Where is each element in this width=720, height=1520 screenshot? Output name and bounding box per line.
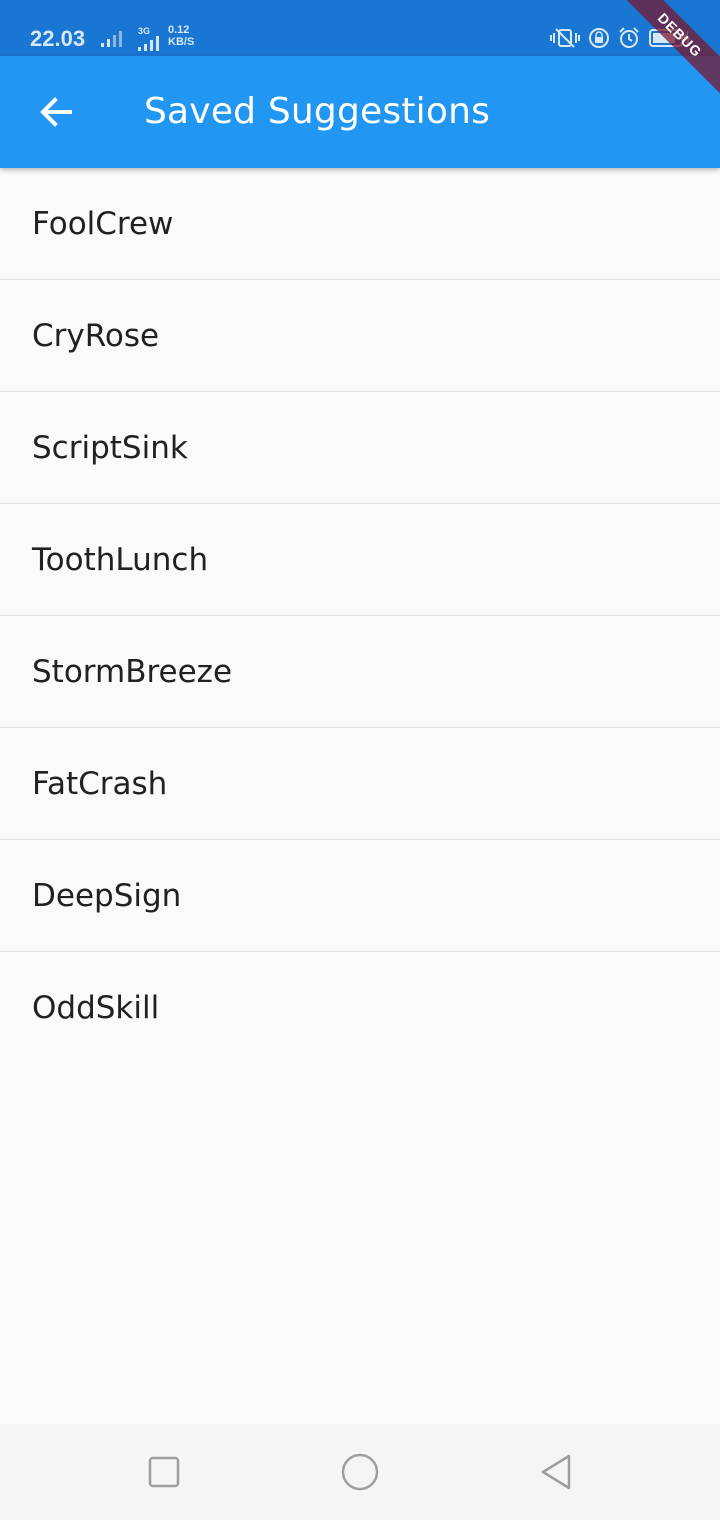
status-bar: 22.03 3G 0.12 KB/S — [0, 0, 720, 56]
alarm-icon — [619, 27, 639, 48]
recents-button[interactable] — [134, 1442, 194, 1502]
list-item[interactable]: FatCrash — [0, 728, 720, 840]
network-speed: 0.12 KB/S — [168, 24, 194, 48]
status-time: 22.03 — [30, 26, 86, 51]
signal-icon — [101, 31, 122, 47]
list-item-label: ToothLunch — [32, 541, 209, 578]
vibrate-icon — [550, 28, 580, 48]
home-icon — [341, 1453, 379, 1491]
back-triangle-icon — [541, 1454, 571, 1490]
list-item-label: CryRose — [32, 317, 160, 354]
list-item[interactable]: CryRose — [0, 280, 720, 392]
system-nav-bar — [0, 1424, 720, 1520]
arrow-back-icon — [40, 97, 72, 127]
list-item-label: FatCrash — [32, 765, 168, 802]
list-item-label: DeepSign — [32, 877, 182, 914]
list-item[interactable]: StormBreeze — [0, 616, 720, 728]
app-bar: Saved Suggestions — [0, 56, 720, 168]
network-speed-value: 0.12 — [168, 24, 190, 36]
list-item-label: OddSkill — [32, 989, 160, 1026]
signal-icon — [138, 36, 159, 51]
nav-back-button[interactable] — [526, 1442, 586, 1502]
list-item-label: StormBreeze — [32, 653, 233, 690]
recents-icon — [148, 1456, 180, 1488]
page-title: Saved Suggestions — [144, 91, 491, 132]
saved-suggestions-list: FoolCrew CryRose ScriptSink ToothLunch S… — [0, 168, 720, 1063]
back-button[interactable] — [20, 76, 92, 148]
list-item[interactable]: DeepSign — [0, 840, 720, 952]
list-item-label: FoolCrew — [32, 205, 174, 242]
list-item[interactable]: ToothLunch — [0, 504, 720, 616]
network-speed-unit: KB/S — [168, 36, 195, 48]
list-item[interactable]: FoolCrew — [0, 168, 720, 280]
list-item[interactable]: ScriptSink — [0, 392, 720, 504]
list-item[interactable]: OddSkill — [0, 952, 720, 1063]
home-button[interactable] — [330, 1442, 390, 1502]
list-item-label: ScriptSink — [32, 429, 188, 466]
rotation-lock-icon — [589, 28, 609, 48]
